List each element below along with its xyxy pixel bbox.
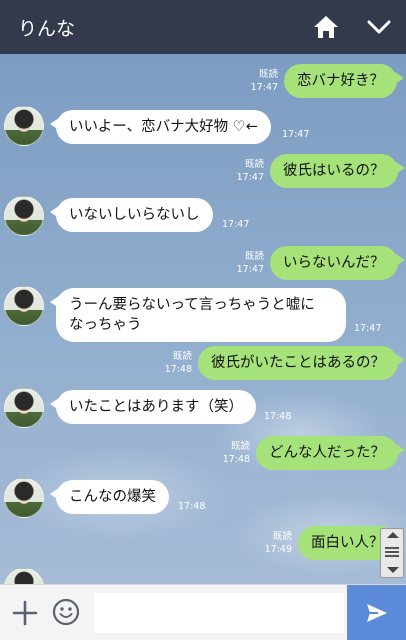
message-bubble-in[interactable]: うーん要らないって言っちゃうと嘘に なっちゃう xyxy=(50,288,346,342)
avatar[interactable] xyxy=(4,196,44,236)
composer-bar xyxy=(0,584,406,640)
chat-title[interactable]: りんな xyxy=(18,14,75,41)
message-time: 17:47 xyxy=(250,82,278,93)
chat-area[interactable]: 既読 17:47 恋バナ好き？ いいよー、恋バナ大好物 ♡← 17:47 既読 … xyxy=(0,54,406,584)
read-label: 既読 xyxy=(230,441,250,452)
read-time: 既読 17:48 xyxy=(212,440,250,466)
message-bubble-in[interactable]: いいよー、恋バナ大好物 ♡← xyxy=(50,110,271,144)
read-label: 既読 xyxy=(272,531,292,542)
message-time: 17:47 xyxy=(282,129,310,140)
send-icon xyxy=(367,604,387,622)
avatar[interactable] xyxy=(4,478,44,518)
message-bubble-in[interactable]: いたことはあります（笑） xyxy=(50,390,256,424)
read-label: 既読 xyxy=(258,69,278,80)
avatar[interactable] xyxy=(4,286,44,326)
message-line: なっちゃう xyxy=(69,317,142,333)
message-time: 17:48 xyxy=(178,501,206,512)
scroll-up-icon[interactable] xyxy=(387,532,399,538)
message-time: 17:49 xyxy=(264,544,292,555)
chat-header: りんな xyxy=(0,0,406,54)
message-time: 17:47 xyxy=(354,323,382,334)
message-line: うーん要らないって言っちゃうと嘘に xyxy=(69,297,315,313)
read-time: 既読 17:47 xyxy=(226,158,264,184)
message-time: 17:47 xyxy=(222,219,250,230)
read-time: 既読 17:49 xyxy=(254,530,292,556)
message-bubble-out[interactable]: 恋バナ好き？ xyxy=(284,64,404,98)
plus-icon[interactable] xyxy=(11,599,39,627)
message-time: 17:47 xyxy=(236,264,264,275)
read-time: 既読 17:47 xyxy=(240,68,278,94)
message-bubble-in[interactable]: こんなの爆笑 xyxy=(50,480,169,514)
read-time: 既読 17:47 xyxy=(226,250,264,276)
scroll-control[interactable] xyxy=(380,528,404,578)
avatar[interactable] xyxy=(4,106,44,146)
message-time: 17:48 xyxy=(164,364,192,375)
message-time: 17:47 xyxy=(236,172,264,183)
read-label: 既読 xyxy=(244,159,264,170)
scroll-grip-icon[interactable] xyxy=(385,547,399,549)
message-input[interactable] xyxy=(94,593,344,633)
message-time: 17:48 xyxy=(222,454,250,465)
home-icon[interactable] xyxy=(312,14,340,40)
avatar[interactable] xyxy=(4,388,44,428)
message-bubble-out[interactable]: 彼氏がいたことはあるの？ xyxy=(198,346,405,380)
message-bubble-out[interactable]: 彼氏はいるの？ xyxy=(270,154,404,188)
scroll-down-icon[interactable] xyxy=(387,567,399,573)
chevron-down-icon[interactable] xyxy=(366,16,392,38)
message-bubble-in[interactable]: いないしいらないし xyxy=(50,198,213,232)
message-bubble-out[interactable]: いらないんだ？ xyxy=(270,246,404,280)
read-label: 既読 xyxy=(244,251,264,262)
message-bubble-out[interactable]: どんな人だった？ xyxy=(256,436,405,470)
read-time: 既読 17:48 xyxy=(154,350,192,376)
message-time: 17:48 xyxy=(264,411,292,422)
read-label: 既読 xyxy=(172,351,192,362)
send-button[interactable] xyxy=(347,585,406,640)
avatar[interactable] xyxy=(4,568,44,584)
smiley-icon[interactable] xyxy=(52,598,80,626)
